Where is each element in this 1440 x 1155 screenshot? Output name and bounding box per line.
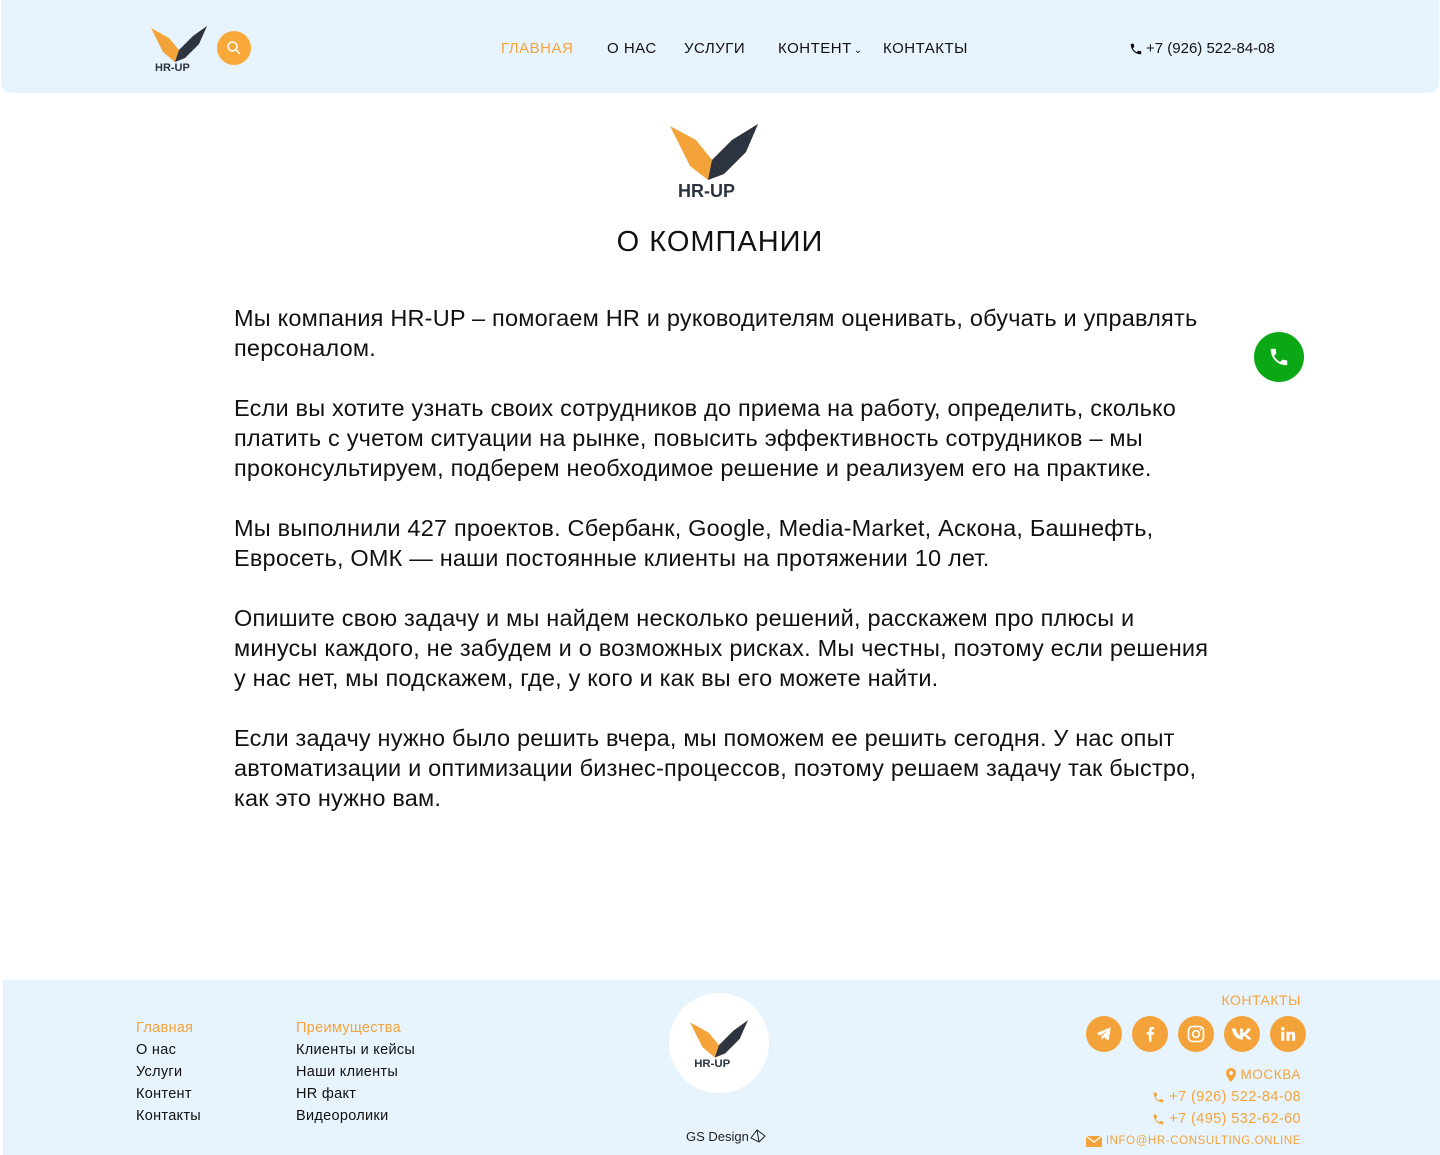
nav-services[interactable]: УСЛУГИ	[684, 40, 745, 57]
footer-logo[interactable]: HR-UP	[669, 993, 769, 1093]
search-icon	[227, 41, 241, 55]
footer-link-hr-fact[interactable]: HR факт	[296, 1083, 415, 1105]
nav-home[interactable]: ГЛАВНАЯ	[501, 40, 573, 57]
social-links	[1086, 1016, 1306, 1052]
phone-icon	[1130, 43, 1142, 54]
footer-email[interactable]: INFO@HR-CONSULTING.ONLINE	[1085, 1130, 1301, 1152]
footer-city-text: МОСКВА	[1240, 1067, 1301, 1082]
footer-nav-secondary: Преимущества Клиенты и кейсы Наши клиент…	[296, 1017, 415, 1127]
designer-logo-icon	[750, 1129, 766, 1143]
footer-phone-1-text: +7 (926) 522-84-08	[1169, 1089, 1301, 1105]
company-logo: HR-UP	[670, 124, 758, 201]
footer-contacts-title: КОНТАКТЫ	[1221, 992, 1301, 1008]
designer-credit-text: GS Design	[686, 1128, 749, 1144]
footer-link-content[interactable]: Контент	[136, 1083, 201, 1105]
vk-icon	[1231, 1028, 1252, 1040]
about-paragraph-2: Если вы хотите узнать своих сотрудников …	[234, 395, 1177, 481]
facebook-icon	[1146, 1026, 1155, 1042]
footer-phone-2[interactable]: +7 (495) 532-62-60	[1086, 1108, 1301, 1130]
nav-content[interactable]: КОНТЕНТ ⌄	[778, 40, 863, 57]
hr-up-logo: HR-UP	[690, 1020, 748, 1070]
about-paragraph-4: Опишите свою задачу и мы найдем нескольк…	[234, 605, 1209, 691]
linkedin-icon	[1281, 1027, 1296, 1041]
about-text: Мы компания HR-UP – помогаем HR и руково…	[234, 303, 1214, 843]
footer-phone-1[interactable]: +7 (926) 522-84-08	[1086, 1086, 1301, 1108]
footer-link-videos[interactable]: Видеоролики	[296, 1105, 415, 1127]
svg-text:HR-UP: HR-UP	[155, 62, 190, 74]
nav-content-label: КОНТЕНТ	[778, 40, 852, 57]
footer-phone-2-text: +7 (495) 532-62-60	[1169, 1111, 1301, 1127]
header-phone[interactable]: +7 (926) 522-84-08	[1129, 40, 1275, 57]
footer-city: МОСКВА	[1086, 1064, 1301, 1086]
nav-contacts[interactable]: КОНТАКТЫ	[883, 40, 968, 57]
footer-link-home[interactable]: Главная	[136, 1017, 201, 1039]
about-paragraph-5: Если задачу нужно было решить вчера, мы …	[234, 725, 1197, 811]
footer-link-services[interactable]: Услуги	[136, 1061, 201, 1083]
social-telegram[interactable]	[1086, 1016, 1122, 1052]
footer-link-clients-cases[interactable]: Клиенты и кейсы	[296, 1039, 415, 1061]
about-paragraph-1: Мы компания HR-UP – помогаем HR и руково…	[234, 305, 1198, 361]
footer-nav-main: Главная О нас Услуги Контент Контакты	[136, 1017, 201, 1127]
social-instagram[interactable]	[1178, 1016, 1214, 1052]
svg-text:HR-UP: HR-UP	[678, 181, 735, 201]
location-pin-icon	[1226, 1068, 1237, 1082]
footer-link-contacts[interactable]: Контакты	[136, 1105, 201, 1127]
phone-icon	[1153, 1114, 1164, 1124]
footer-link-about[interactable]: О нас	[136, 1039, 201, 1061]
chevron-down-icon: ⌄	[853, 45, 863, 56]
call-button[interactable]	[1254, 332, 1304, 382]
phone-icon	[1153, 1092, 1164, 1102]
instagram-icon	[1187, 1025, 1205, 1043]
phone-icon	[1270, 348, 1288, 366]
social-facebook[interactable]	[1132, 1016, 1168, 1052]
page-title: О КОМПАНИИ	[616, 226, 824, 258]
site-header: HR-UP ГЛАВНАЯ О НАС УСЛУГИ КОНТЕНТ ⌄ КОНТ…	[1, 0, 1439, 93]
footer-link-our-clients[interactable]: Наши клиенты	[296, 1061, 415, 1083]
hr-up-logo[interactable]: HR-UP	[149, 22, 209, 74]
telegram-icon	[1096, 1027, 1111, 1041]
social-linkedin[interactable]	[1270, 1016, 1306, 1052]
social-vk[interactable]	[1224, 1016, 1260, 1052]
about-paragraph-3: Мы выполнили 427 проектов. Сбербанк, Goo…	[234, 515, 1154, 571]
footer-link-advantages[interactable]: Преимущества	[296, 1017, 415, 1039]
footer-email-text: INFO@HR-CONSULTING.ONLINE	[1105, 1135, 1301, 1147]
header-phone-text: +7 (926) 522-84-08	[1146, 40, 1275, 57]
designer-credit[interactable]: GS Design	[686, 1128, 767, 1144]
svg-text:HR-UP: HR-UP	[694, 1058, 730, 1070]
search-button[interactable]	[217, 31, 251, 65]
nav-about[interactable]: О НАС	[607, 40, 657, 57]
mail-icon	[1085, 1135, 1102, 1147]
footer-contact-info: МОСКВА +7 (926) 522-84-08 +7 (495) 532-6…	[1085, 1064, 1301, 1152]
site-footer: Главная О нас Услуги Контент Контакты Пр…	[3, 980, 1440, 1155]
